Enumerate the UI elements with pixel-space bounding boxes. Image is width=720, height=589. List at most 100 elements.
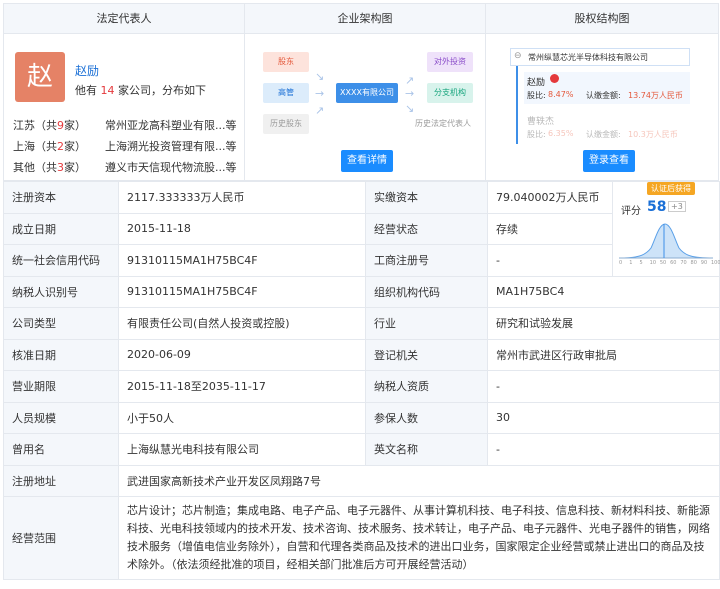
region-company[interactable]: 遵义市天信现代物流股...等 <box>105 159 241 175</box>
table-row: 营业期限 2015-11-18至2035-11-17 纳税人资质 - <box>3 370 720 403</box>
region-label: 其他（共 <box>13 161 57 174</box>
avatar[interactable]: 赵 <box>15 52 65 102</box>
equity-company-row: ⊖ 常州纵慧芯光半导体科技有限公司 <box>510 48 690 66</box>
company-count: 14 <box>100 84 115 97</box>
holder-name: 赵励 <box>527 78 546 88</box>
scope-label: 经营范围 <box>3 496 119 580</box>
legal-rep-header: 法定代表人 <box>4 4 244 34</box>
field-value: MA1H75BC4 <box>487 275 720 308</box>
field-value: 小于50人 <box>118 401 366 434</box>
field-label: 工商注册号 <box>365 244 488 277</box>
holder-ratio-label: 股比: <box>527 91 546 100</box>
region-company[interactable]: 上海溯光投资管理有限...等 <box>105 138 241 154</box>
region-count: 9 <box>57 119 64 132</box>
tree-line <box>516 66 518 144</box>
field-value: 2020-06-09 <box>118 338 366 371</box>
field-value: - <box>487 244 613 277</box>
field-value: 有限责任公司(自然人投资或控股) <box>118 307 366 340</box>
table-row: 经营范围 芯片设计；芯片制造；集成电路、电子产品、电子元器件、从事计算机科技、电… <box>3 496 720 580</box>
field-value: - <box>487 433 720 466</box>
org-investment-box: 对外投资 <box>427 52 473 72</box>
view-details-button[interactable]: 查看详情 <box>341 150 393 172</box>
axis-tick-label: 5 <box>639 260 643 266</box>
axis-tick-label: 80 <box>690 260 697 266</box>
holder-amount: 13.74万人民币 <box>628 91 683 100</box>
axis-tick-label: 10 <box>649 260 657 266</box>
equity-company-name: 常州纵慧芯光半导体科技有限公司 <box>528 53 648 62</box>
arrow-icon: ↗ <box>405 74 415 87</box>
axis-tick-label: 1 <box>629 260 633 266</box>
equity-chart-panel: 股权结构图 ⊖ 常州纵慧芯光半导体科技有限公司 赵励 股比: 8.47% 认缴金… <box>486 4 718 180</box>
field-label: 核准日期 <box>3 338 119 371</box>
holder-ratio: 8.47% <box>548 90 574 99</box>
field-label: 成立日期 <box>3 212 119 245</box>
legal-rep-summary: 他有 14 家公司，分布如下 <box>75 82 206 98</box>
axis-tick-label: 100 <box>711 260 720 266</box>
score-value: 58 <box>647 199 667 215</box>
region-count: 3 <box>57 161 64 174</box>
summary-prefix: 他有 <box>75 84 97 97</box>
score-plus: +3 <box>668 201 686 212</box>
score-panel: 认证后获得 评分 58 +3 0 1 5 10 50 60 70 80 90 100 <box>612 181 720 277</box>
holder-ratio: 6.35% <box>548 129 574 138</box>
score-axis: 0 1 5 10 50 60 70 80 90 100 <box>617 260 720 269</box>
field-label: 公司类型 <box>3 307 119 340</box>
field-value: - <box>487 370 720 403</box>
region-row[interactable]: 上海（共2家） 上海溯光投资管理有限...等 <box>13 138 237 154</box>
region-company[interactable]: 常州亚龙高科塑业有限...等 <box>105 117 241 133</box>
verify-badge[interactable]: 认证后获得 <box>647 182 695 195</box>
field-label: 注册资本 <box>3 181 119 214</box>
equity-chart-header: 股权结构图 <box>486 4 718 34</box>
arrow-icon: ↘ <box>315 70 325 83</box>
field-label: 统一社会信用代码 <box>3 244 119 277</box>
region-label: 江苏（共 <box>13 119 57 132</box>
overview-panels: 法定代表人 赵 赵励 他有 14 家公司，分布如下 江苏（共9家） 常州亚龙高科… <box>3 3 719 181</box>
holder-ratio-label: 股比: <box>527 130 546 139</box>
table-row: 人员规模 小于50人 参保人数 30 <box>3 401 720 434</box>
holder-amount: 10.3万人民币 <box>628 130 678 139</box>
field-value: 79.040002万人民币 <box>487 181 613 214</box>
org-company-box: XXXX有限公司 <box>336 83 398 103</box>
arrow-icon: ↗ <box>315 104 325 117</box>
axis-tick-label: 50 <box>659 260 667 266</box>
field-value: 存续 <box>487 212 613 245</box>
holder-badge-icon <box>550 74 559 83</box>
holder-amount-label: 认缴金额: <box>586 130 621 139</box>
region-label: 上海（共 <box>13 140 57 153</box>
org-chart-header: 企业架构图 <box>245 4 485 34</box>
field-value: 2117.333333万人民币 <box>118 181 366 214</box>
scope-value: 芯片设计；芯片制造；集成电路、电子产品、电子元器件、从事计算机科技、电子科技、信… <box>118 496 720 580</box>
field-value: 上海纵慧光电科技有限公司 <box>118 433 366 466</box>
region-unit: 家） <box>64 161 86 174</box>
equity-holder-row: 曹轶杰 股比: 6.35% 认缴金额: 10.3万人民币 <box>524 114 690 144</box>
org-history-rep-box: 历史法定代表人 <box>411 114 475 134</box>
org-chart-panel: 企业架构图 股东 高管 历史股东 ↘ → ↗ XXXX有限公司 ↗ → ↘ 对外… <box>245 4 486 180</box>
summary-suffix: 家公司，分布如下 <box>118 84 206 97</box>
equity-preview: ⊖ 常州纵慧芯光半导体科技有限公司 赵励 股比: 8.47% 认缴金额: 13.… <box>510 48 690 144</box>
org-branch-box: 分支机构 <box>427 83 473 103</box>
field-label: 组织机构代码 <box>365 275 488 308</box>
field-label: 参保人数 <box>365 401 488 434</box>
table-row: 公司类型 有限责任公司(自然人投资或控股) 行业 研究和试验发展 <box>3 307 720 340</box>
holder-name: 曹轶杰 <box>527 117 555 127</box>
field-label: 纳税人识别号 <box>3 275 119 308</box>
axis-tick-label: 60 <box>670 260 677 266</box>
axis-tick-label: 70 <box>680 260 687 266</box>
field-value: 2015-11-18 <box>118 212 366 245</box>
region-row[interactable]: 江苏（共9家） 常州亚龙高科塑业有限...等 <box>13 117 237 133</box>
field-value: 研究和试验发展 <box>487 307 720 340</box>
table-row: 注册地址 武进国家高新技术产业开发区凤翔路7号 <box>3 464 720 497</box>
address-label: 注册地址 <box>3 464 119 497</box>
field-label: 经营状态 <box>365 212 488 245</box>
legal-rep-name[interactable]: 赵励 <box>75 62 99 79</box>
legal-rep-panel: 法定代表人 赵 赵励 他有 14 家公司，分布如下 江苏（共9家） 常州亚龙高科… <box>4 4 245 180</box>
arrow-icon: → <box>405 87 415 100</box>
field-value: 91310115MA1H75BC4F <box>118 275 366 308</box>
org-executive-box: 高管 <box>263 83 309 103</box>
field-label: 登记机关 <box>365 338 488 371</box>
field-value: 30 <box>487 401 720 434</box>
field-value: 2015-11-18至2035-11-17 <box>118 370 366 403</box>
org-history-shareholder-box: 历史股东 <box>263 114 309 134</box>
login-view-button[interactable]: 登录查看 <box>583 150 635 172</box>
region-row[interactable]: 其他（共3家） 遵义市天信现代物流股...等 <box>13 159 237 175</box>
